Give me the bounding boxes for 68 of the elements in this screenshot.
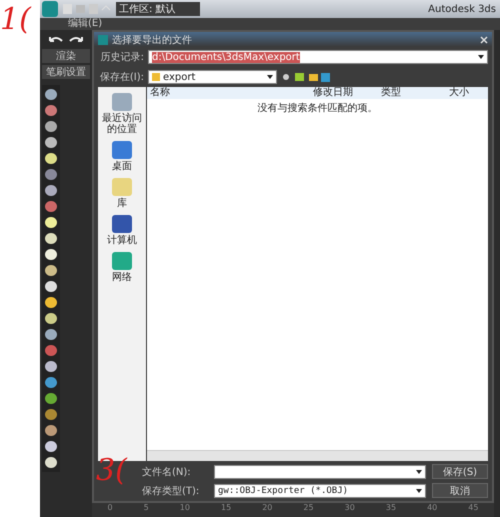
save-button[interactable]: 保存(S) [432,464,488,479]
tool-icon[interactable] [45,457,57,468]
frame-number: 30 [344,503,355,514]
tool-icon[interactable] [45,313,57,324]
tool-icon[interactable] [45,217,57,228]
tool-icon[interactable] [45,249,57,260]
cancel-button[interactable]: 取消 [432,483,488,498]
frame-number: 25 [303,503,314,514]
column-header[interactable]: 修改日期 [310,87,378,99]
tool-icon[interactable] [45,265,57,276]
place-item[interactable]: 桌面 [98,141,146,172]
tool-icon[interactable] [45,425,57,436]
tool-icon[interactable] [45,393,57,404]
folder-dropdown[interactable]: export [148,70,277,84]
place-icon [112,252,132,270]
caret-icon [416,470,422,474]
toolbar-button[interactable]: 渲染 [42,49,90,63]
place-icon [112,215,132,233]
place-item[interactable]: 网络 [98,252,146,283]
history-dropdown[interactable]: d:\Documents\3dsMax\export [148,50,488,64]
horizontal-scrollbar[interactable] [147,450,488,461]
tool-icon[interactable] [45,137,57,148]
tool-icon[interactable] [45,233,57,244]
handwritten-annotation: 1( [0,2,32,37]
frame-number: 15 [220,503,232,514]
menu-item[interactable]: 编辑(E) [68,18,102,30]
frame-number: 40 [427,503,438,514]
frame-number: 10 [180,503,190,514]
place-item[interactable]: 最近访问的位置 [98,93,146,135]
frame-number: 35 [386,503,396,514]
empty-message: 没有与搜索条件匹配的项。 [256,102,378,116]
tool-icon[interactable] [45,297,57,308]
close-icon[interactable] [480,36,488,44]
place-icon [112,141,132,159]
caret-icon [478,55,484,59]
history-label: 历史记录: [100,50,144,64]
tool-icon[interactable] [45,89,57,100]
frame-number: 45 [468,503,478,514]
file-type-dropdown[interactable]: gw::OBJ-Exporter (*.OBJ) [214,484,426,498]
place-item[interactable]: 库 [98,178,146,209]
tool-icon[interactable] [45,153,57,164]
dialog-title: 选择要导出的文件 [112,34,192,46]
place-icon [112,93,132,111]
tool-icon[interactable] [45,441,57,452]
caret-icon [416,488,422,492]
place-icon [112,178,132,196]
frame-number: 0 [108,503,113,514]
place-item[interactable]: 计算机 [98,215,146,246]
app-logo-icon [98,34,108,44]
handwritten-annotation: 3( [96,456,127,486]
workspace-dropdown[interactable]: 工作区: 默认 [116,2,200,16]
filename-field[interactable] [214,464,426,478]
column-header[interactable]: 名称 [147,87,310,99]
caret-icon [267,75,273,79]
tool-icon[interactable] [45,281,57,292]
filename-label: 文件名(N): [142,466,192,478]
tool-icon[interactable] [45,121,57,132]
save-in-label: 保存在(I): [98,71,144,84]
tool-icon[interactable] [45,185,57,196]
toolbar-button[interactable]: 笔刷设置 [42,65,90,79]
column-header[interactable]: 大小 [446,87,488,99]
window-title: Autodesk 3ds [428,4,496,14]
frame-number: 5 [144,503,149,514]
file-type-label: 保存类型(T): [142,484,200,498]
frame-number: 20 [262,503,272,514]
column-header[interactable]: 类型 [378,87,446,99]
tool-icon[interactable] [45,329,57,340]
tool-icon[interactable] [45,361,57,372]
